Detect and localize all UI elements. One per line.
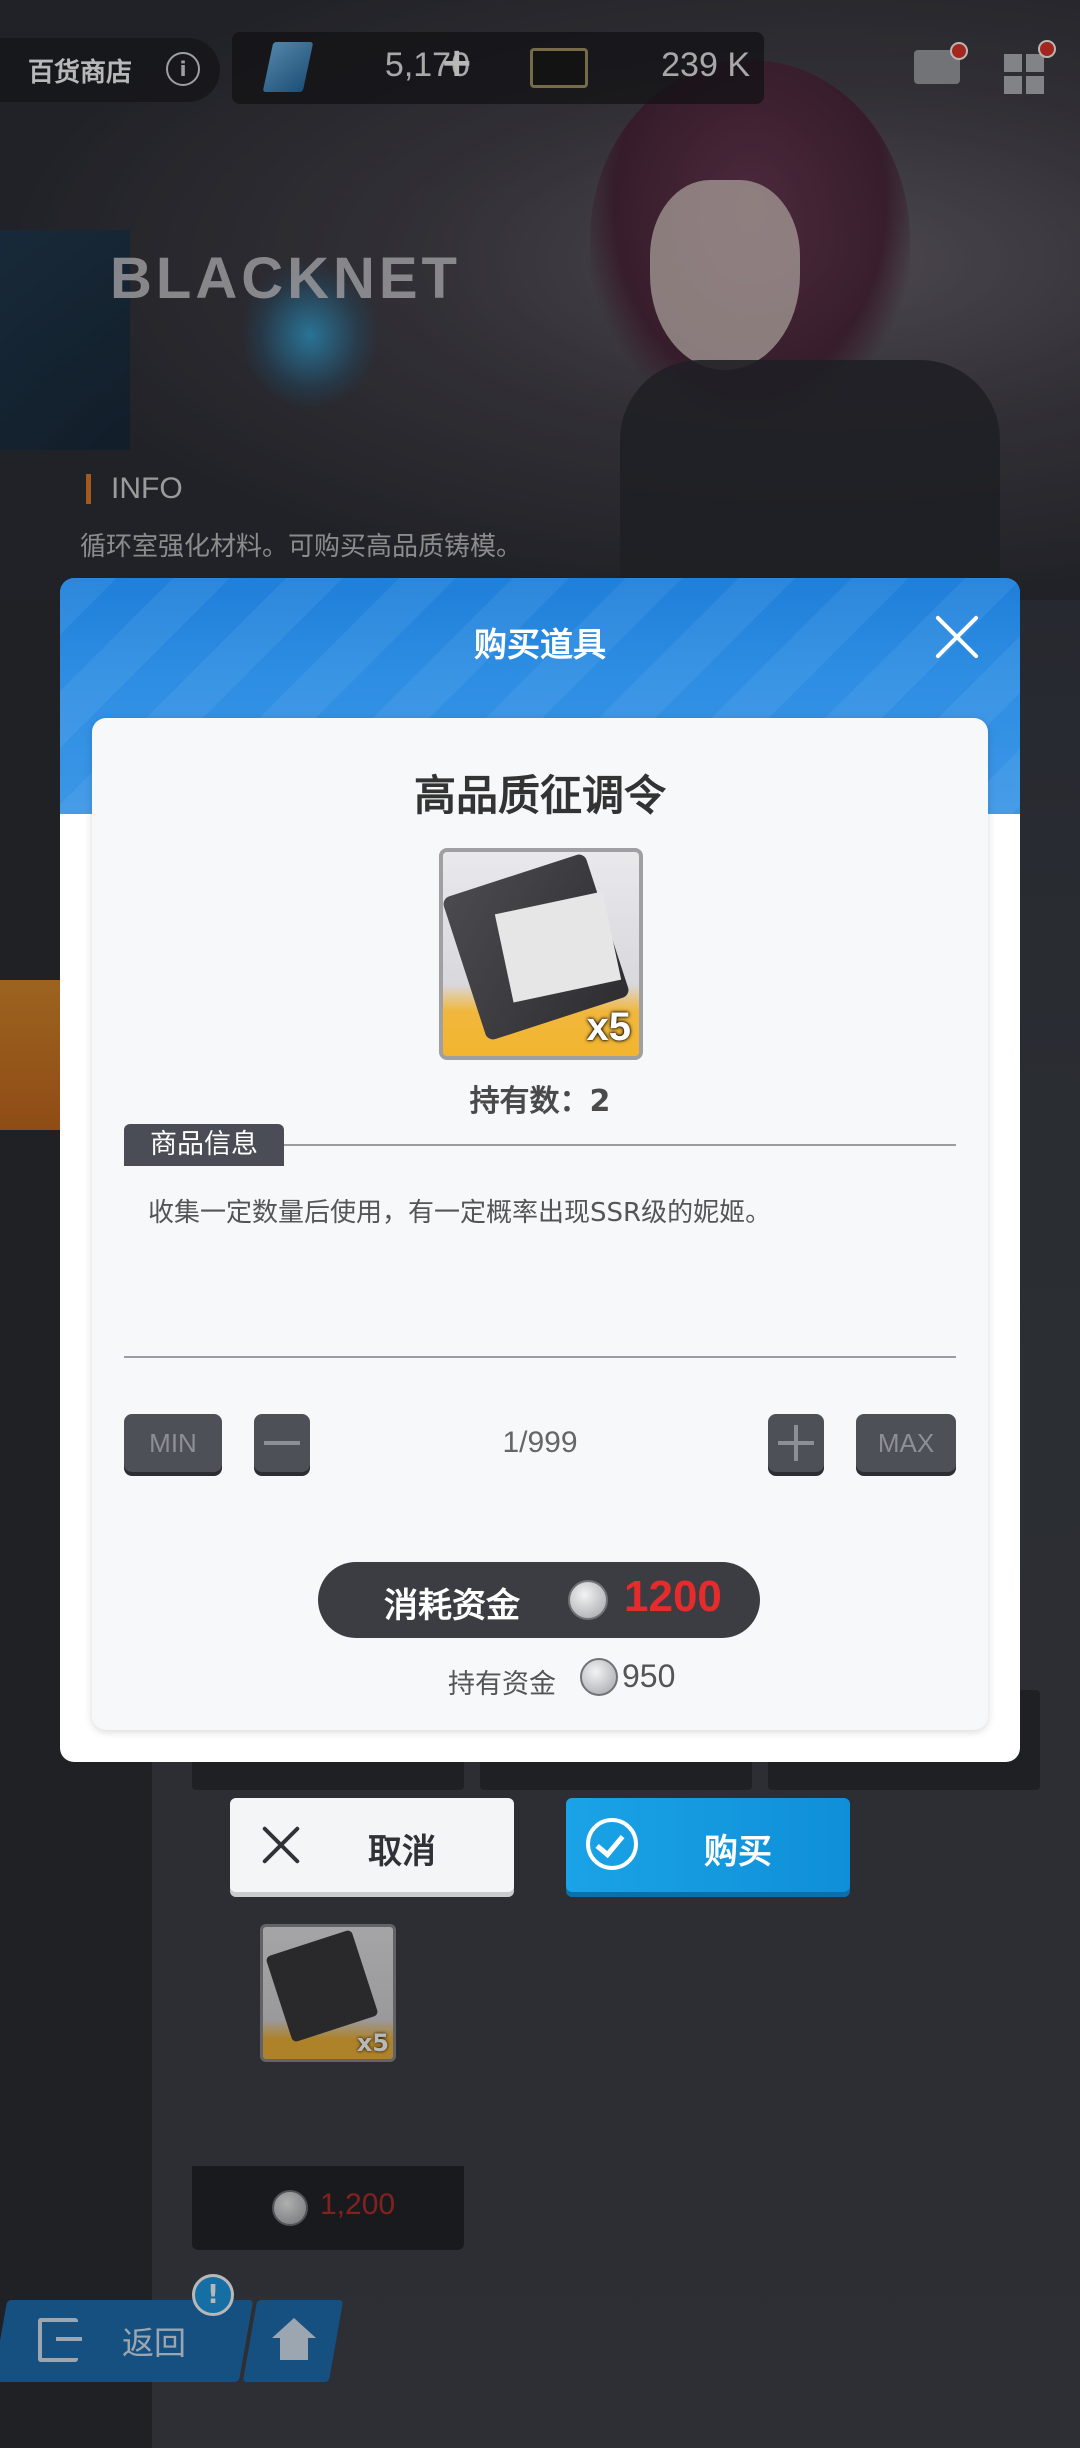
section-tag: 商品信息 (124, 1124, 284, 1166)
funds-value: 950 (622, 1658, 676, 1694)
check-icon (586, 1818, 638, 1870)
cost-value: 1200 (624, 1572, 722, 1621)
dialog-title: 购买道具 (474, 625, 606, 664)
divider (124, 1356, 956, 1358)
item-panel: 高品质征调令 x5 持有数：2 商品信息 收集一定数量后使用，有一定概率出现SS… (92, 718, 988, 1730)
cancel-label: 取消 (368, 1832, 436, 1872)
item-count-badge: x5 (586, 1005, 632, 1049)
min-button[interactable]: MIN (124, 1414, 222, 1472)
item-image: x5 (439, 848, 643, 1060)
cancel-button[interactable]: 取消 (230, 1798, 514, 1892)
buy-button[interactable]: 购买 (566, 1798, 850, 1892)
cost-label: 消耗资金 (384, 1586, 520, 1626)
close-icon[interactable] (932, 612, 982, 662)
decrease-button[interactable] (254, 1414, 310, 1472)
buy-label: 购买 (704, 1832, 772, 1872)
increase-button[interactable] (768, 1414, 824, 1472)
quantity-display: 1/999 (502, 1426, 578, 1459)
minus-icon (264, 1441, 300, 1445)
owned-count: 持有数：2 (469, 1084, 611, 1119)
coin-icon (580, 1658, 618, 1696)
coin-icon (568, 1580, 608, 1620)
max-button[interactable]: MAX (856, 1414, 956, 1472)
item-name: 高品质征调令 (413, 771, 666, 820)
funds-label: 持有资金 (448, 1669, 556, 1700)
item-description: 收集一定数量后使用，有一定概率出现SSR级的妮姬。 (148, 1198, 772, 1228)
cost-pill: 消耗资金 1200 (318, 1562, 760, 1638)
close-icon (260, 1824, 302, 1866)
